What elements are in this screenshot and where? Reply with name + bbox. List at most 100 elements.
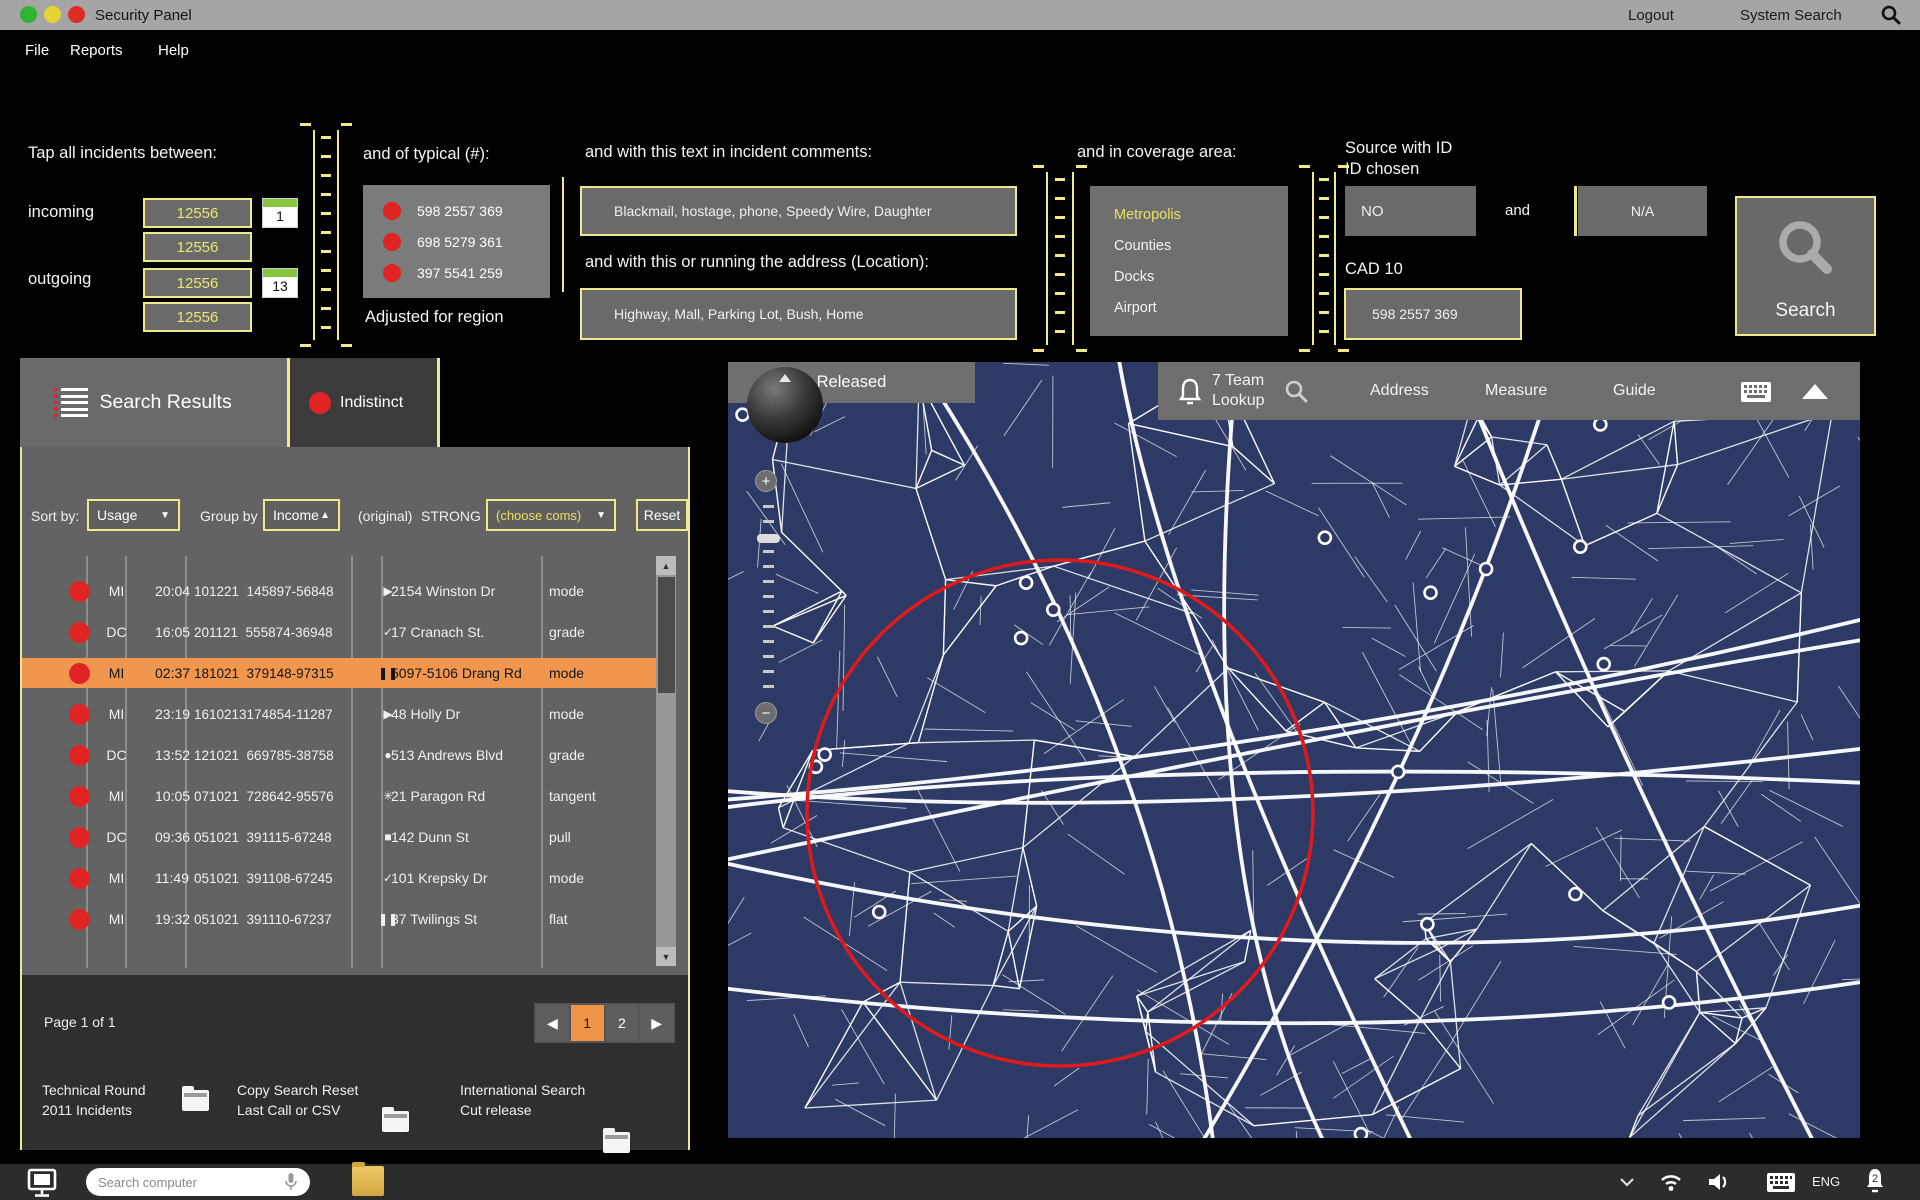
scroll-down-icon[interactable]: ▼ [656,947,676,966]
table-row[interactable]: MI 19:32 051021 391110-67237 ❚❚ 37 Twili… [22,904,656,934]
group-dropdown[interactable]: Income ▲ [263,499,340,531]
row-time: 10:05 [155,781,190,811]
window-green-light-icon[interactable] [20,6,37,23]
team-lookup-button[interactable]: 7 Team Lookup [1212,362,1278,420]
row-type: MI [86,781,147,811]
zoom-slider-track[interactable] [763,505,774,691]
page-button[interactable]: ▶ [640,1005,673,1041]
coverage-list[interactable]: Metropolis Counties Docks Airport [1090,186,1288,336]
file-link-technical-round[interactable]: Technical Round 2011 Incidents [42,1080,146,1120]
system-search-button[interactable]: System Search [1740,7,1842,24]
taskbar-search-input[interactable]: Search computer [86,1168,310,1196]
table-row[interactable]: MI 02:37 181021 379148-97315 ❚❚ 5097-510… [22,658,656,688]
file-link-international-search[interactable]: International Search Cut release [460,1080,585,1120]
outgoing-to-input[interactable]: 12556 [143,302,252,332]
typical-numbers-box[interactable]: 598 2557 369 698 5279 361 397 5541 259 [363,185,550,298]
volume-icon[interactable] [1706,1170,1732,1194]
table-row[interactable]: MI 20:04 101221 145897-56848 ▶ 2154 Wins… [22,576,656,606]
incoming-calendar-widget[interactable]: 1 [262,198,298,228]
chevron-down-icon[interactable] [1618,1175,1636,1189]
menu-reports[interactable]: Reports [70,42,123,59]
zoom-out-button[interactable]: − [755,702,777,724]
source-na-input[interactable]: N/A [1578,186,1707,236]
coverage-option[interactable]: Docks [1114,269,1288,285]
menu-file[interactable]: File [25,42,49,59]
map-tool-guide[interactable]: Guide [1613,362,1656,420]
search-icon[interactable] [1284,379,1310,405]
coverage-option[interactable]: Airport [1114,300,1288,316]
menu-help[interactable]: Help [158,42,189,59]
page-button[interactable]: 2 [606,1005,639,1041]
wifi-icon[interactable] [1658,1170,1684,1194]
pan-up-icon[interactable] [779,374,791,382]
folder-icon[interactable] [382,1111,409,1132]
row-address: 48 Holly Dr [391,699,460,729]
table-row[interactable]: MI 11:49 051021 391108-67245 ✓ 101 Kreps… [22,863,656,893]
reset-button[interactable]: Reset [636,499,688,531]
outgoing-from-input[interactable]: 12556 [143,268,252,298]
collapse-up-icon[interactable] [1802,384,1828,399]
bell-icon[interactable] [1176,377,1204,407]
table-row[interactable]: MI 10:05 071021 728642-95576 ✳ 21 Parago… [22,781,656,811]
search-icon[interactable] [1880,4,1902,26]
keyboard-icon[interactable] [1766,1172,1796,1193]
page-button[interactable]: ◀ [536,1005,569,1041]
page-button[interactable]: 1 [571,1005,604,1041]
window-red-light-icon[interactable] [68,6,85,23]
tab-search-results[interactable]: Search Results [20,358,287,447]
monitor-icon[interactable] [26,1168,60,1198]
notification-bell-icon[interactable]: 2 [1862,1167,1888,1197]
zoom-in-button[interactable]: + [755,470,777,492]
notification-count: 2 [1872,1173,1878,1185]
outgoing-day-value: 13 [263,278,297,294]
typical-number-row[interactable]: 598 2557 369 [383,202,550,220]
table-row[interactable]: MI 23:19 1610213174854-11287 ▶ 48 Holly … [22,699,656,729]
panel-right-border [688,447,690,1150]
typical-number-row[interactable]: 397 5541 259 [383,264,550,282]
search-button[interactable]: Search [1735,196,1876,336]
map-tool-measure[interactable]: Measure [1485,362,1547,420]
coverage-option[interactable]: Counties [1114,238,1288,254]
comments-input[interactable]: Blackmail, hostage, phone, Speedy Wire, … [580,186,1017,236]
cad-input[interactable]: 598 2557 369 [1344,288,1522,340]
sort-dropdown[interactable]: Usage ▼ [87,499,180,531]
table-row[interactable]: DC 16:05 201121 555874-36948 ✓ 17 Cranac… [22,617,656,647]
table-row[interactable]: DC 13:52 121021 669785-38758 ● 513 Andre… [22,740,656,770]
typical-number-row[interactable]: 698 5279 361 [383,233,550,251]
table-row[interactable]: DC 09:36 051021 391115-67248 ■ 142 Dunn … [22,822,656,852]
results-scrollbar[interactable]: ▲ ▼ [656,556,676,966]
map-trackball[interactable] [747,367,823,443]
language-indicator[interactable]: ENG [1812,1174,1840,1189]
page-label: Page 1 of 1 [44,1014,116,1030]
folder-icon[interactable] [352,1166,384,1196]
group-value: Income [273,507,319,523]
map-tool-address[interactable]: Address [1370,362,1429,420]
scroll-up-icon[interactable]: ▲ [656,556,676,575]
outgoing-calendar-widget[interactable]: 13 [262,268,298,298]
scrollbar-thumb[interactable] [658,577,675,693]
file-link-copy-search[interactable]: Copy Search Reset Last Call or CSV [237,1080,358,1120]
search-icon [1774,216,1838,280]
location-input[interactable]: Highway, Mall, Parking Lot, Bush, Home [580,288,1017,340]
window-yellow-light-icon[interactable] [44,6,61,23]
coms-dropdown[interactable]: (choose coms) ▼ [486,499,616,531]
logout-button[interactable]: Logout [1628,7,1674,24]
map-canvas[interactable] [728,362,1860,1138]
file-link-line2: Cut release [460,1100,585,1120]
keyboard-icon[interactable] [1740,381,1772,403]
row-mode: mode [549,658,584,688]
tab-indistinct[interactable]: Indistinct [289,358,437,447]
incoming-from-input[interactable]: 12556 [143,198,252,228]
incoming-day-value: 1 [263,208,297,224]
taskbar: Search computer ENG 2 [0,1164,1920,1200]
folder-icon[interactable] [182,1090,209,1111]
incoming-to-input[interactable]: 12556 [143,232,252,262]
zoom-slider-thumb[interactable] [757,534,780,543]
row-time: 19:32 [155,904,190,934]
source-no-input[interactable]: NO [1345,186,1476,236]
coverage-option[interactable]: Metropolis [1114,207,1288,223]
row-address: 513 Andrews Blvd [391,740,503,770]
row-time: 09:36 [155,822,190,852]
folder-icon[interactable] [603,1132,630,1153]
microphone-icon[interactable] [284,1172,298,1192]
